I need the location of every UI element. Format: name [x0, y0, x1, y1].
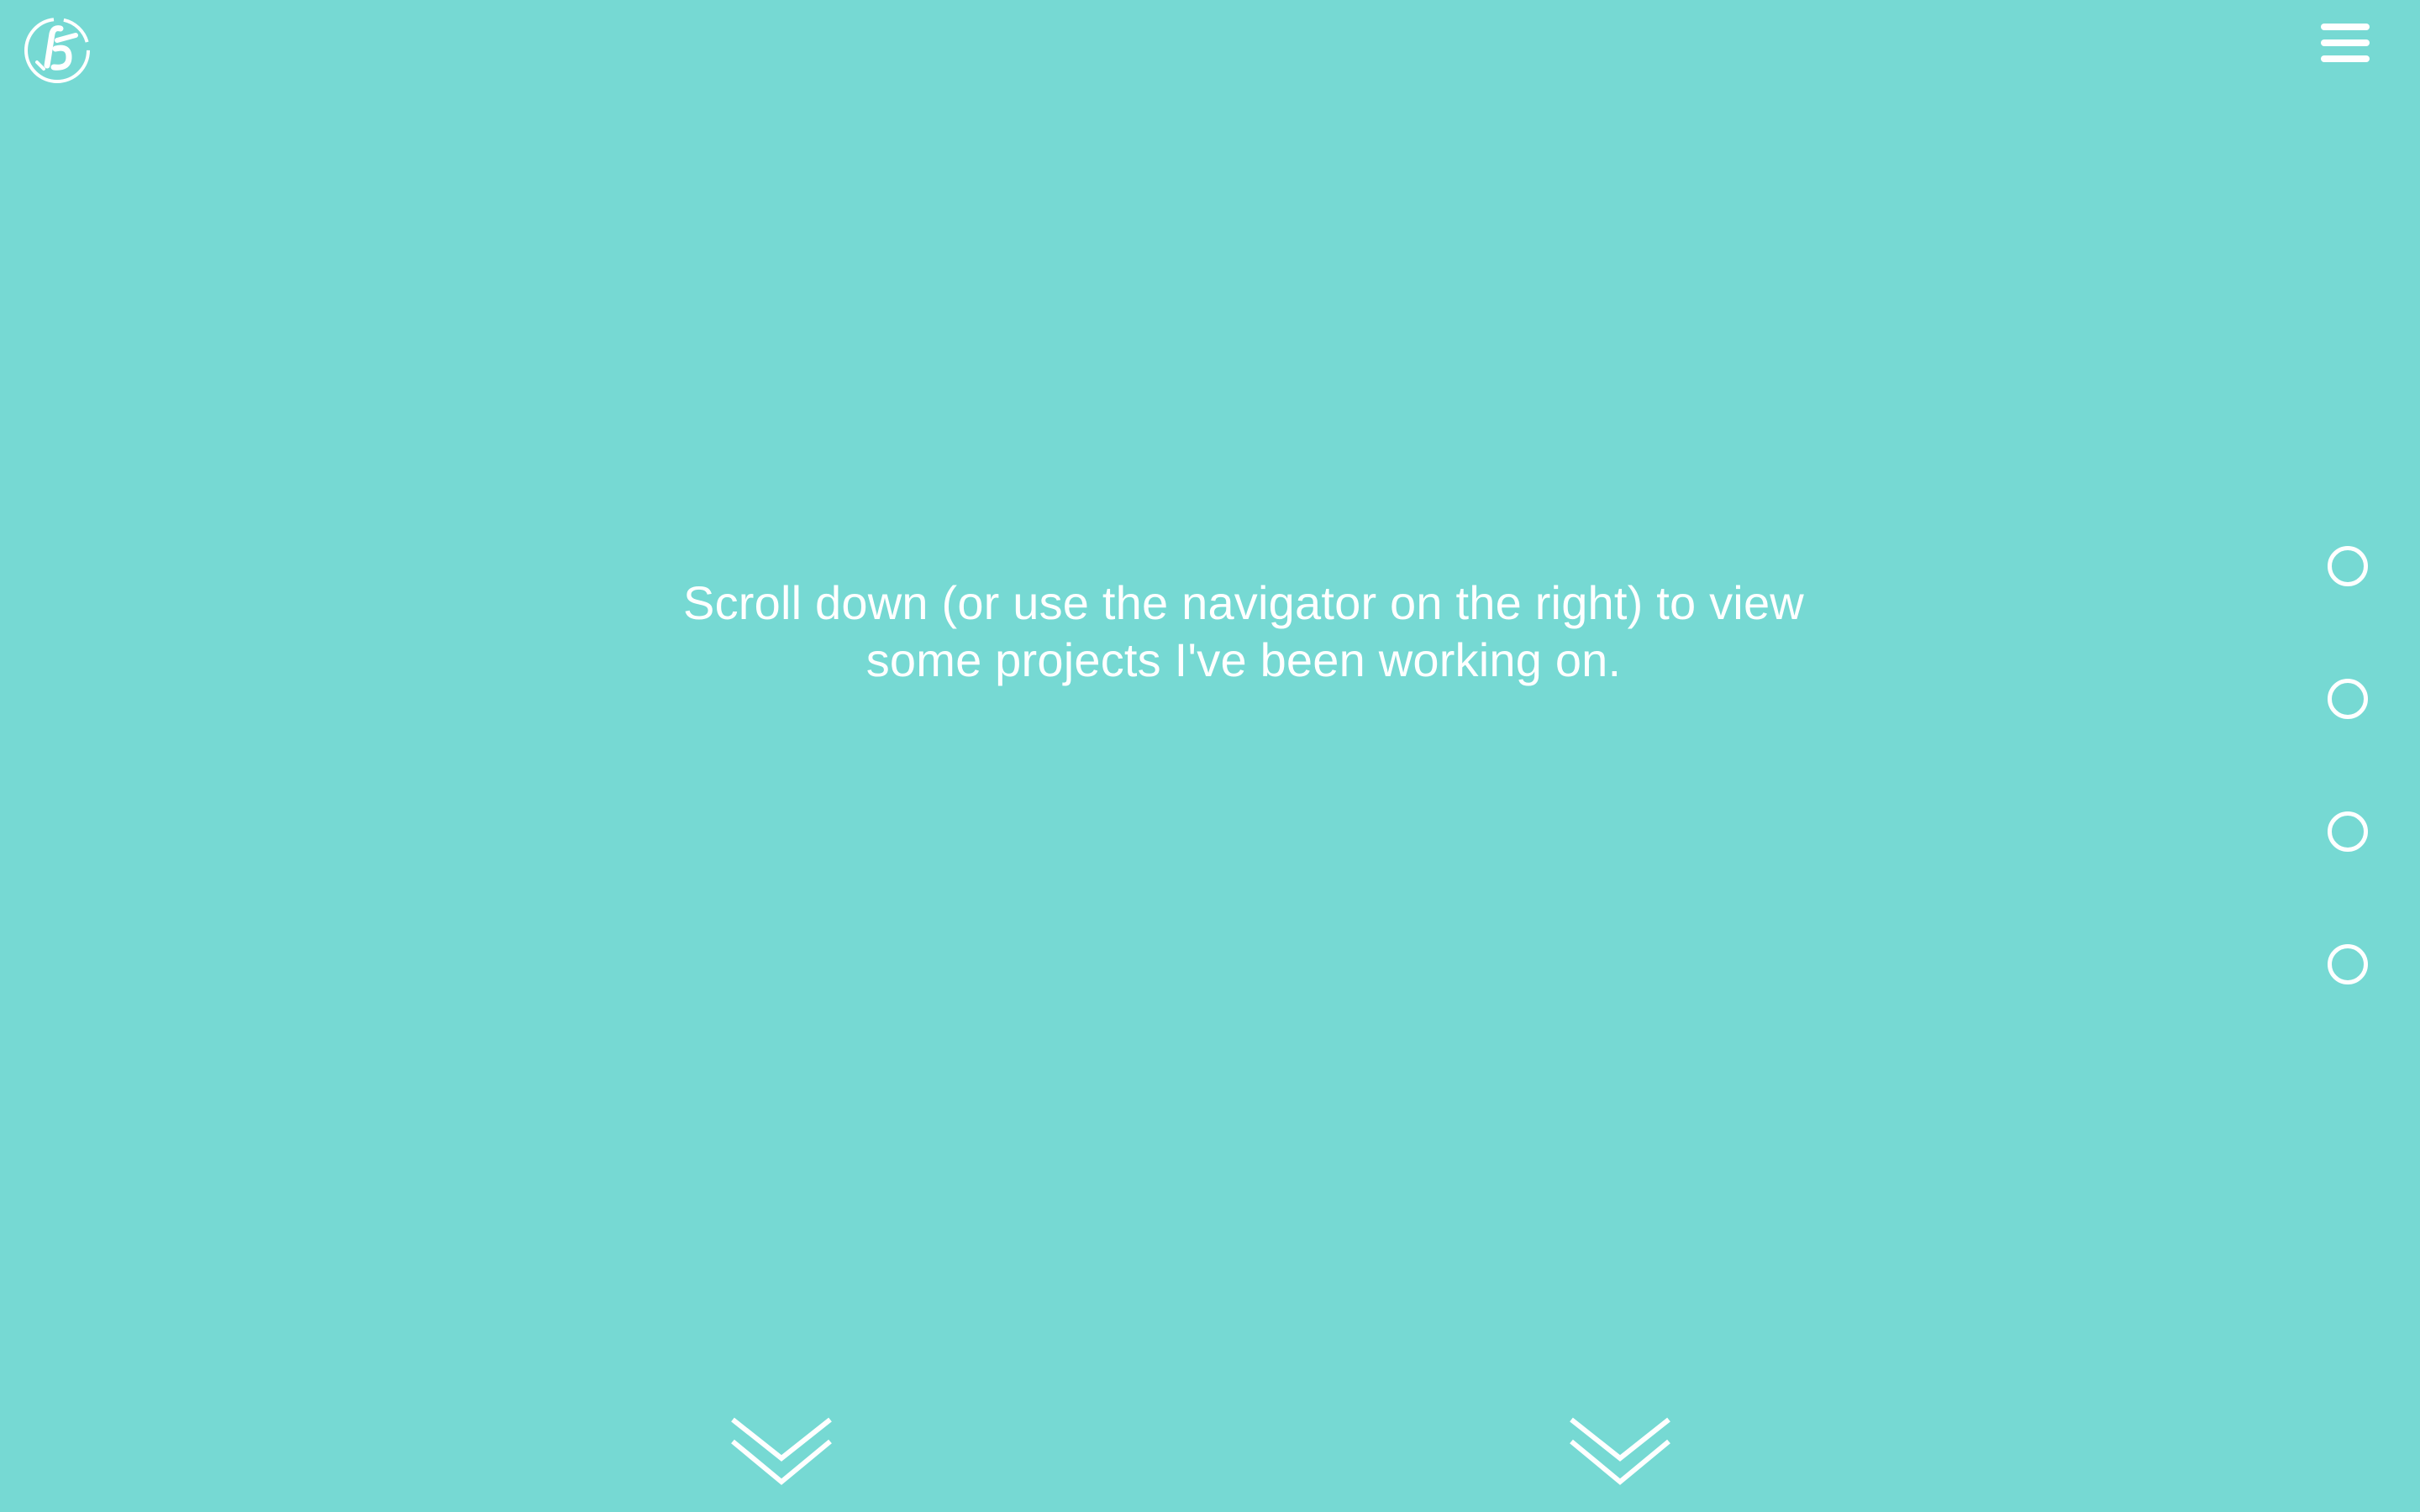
- section-navigator: [2328, 546, 2373, 991]
- menu-button[interactable]: [2319, 22, 2373, 67]
- hamburger-menu-icon: [2321, 24, 2370, 62]
- hero-line-2: some projects I've been working on.: [865, 633, 1622, 686]
- navigator-dot-1[interactable]: [2328, 546, 2368, 586]
- hero-message: Scroll down (or use the navigator on the…: [538, 575, 1949, 689]
- navigator-dot-4[interactable]: [2328, 944, 2368, 984]
- navigator-dot-3[interactable]: [2328, 811, 2368, 852]
- scroll-down-button-left[interactable]: [729, 1416, 834, 1488]
- logo[interactable]: [22, 15, 92, 86]
- double-chevron-down-icon: [1570, 1417, 1670, 1485]
- navigator-dot-2[interactable]: [2328, 679, 2368, 719]
- scroll-down-button-right[interactable]: [1568, 1416, 1672, 1488]
- monogram-logo-icon: [24, 18, 90, 83]
- hero-line-1: Scroll down (or use the navigator on the…: [683, 576, 1804, 629]
- double-chevron-down-icon: [731, 1417, 832, 1485]
